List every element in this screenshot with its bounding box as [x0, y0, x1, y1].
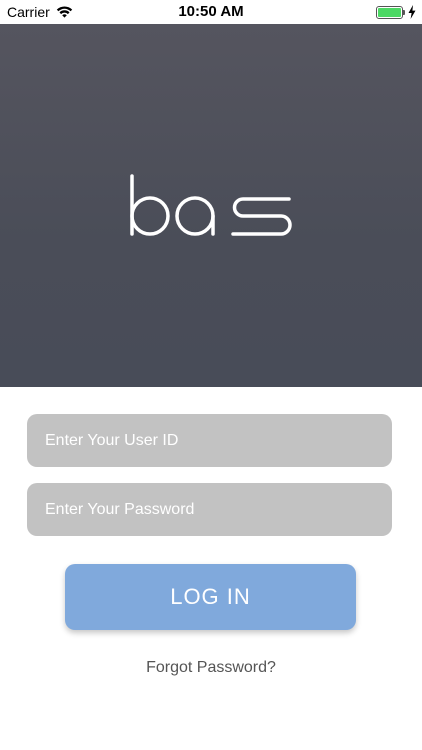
password-input[interactable] — [27, 483, 392, 536]
forgot-password-link[interactable]: Forgot Password? — [0, 659, 422, 677]
status-bar: Carrier 10:50 AM — [0, 0, 422, 24]
login-button[interactable]: LOG IN — [65, 564, 356, 630]
status-time: 10:50 AM — [178, 3, 244, 20]
battery-icon — [376, 6, 406, 19]
hero-banner: bas — [0, 24, 422, 387]
user-id-input[interactable] — [27, 414, 392, 467]
login-screen: Carrier 10:50 AM bas — [0, 0, 422, 750]
lightning-bolt-icon — [408, 5, 416, 19]
bas-logo: bas — [130, 174, 292, 236]
